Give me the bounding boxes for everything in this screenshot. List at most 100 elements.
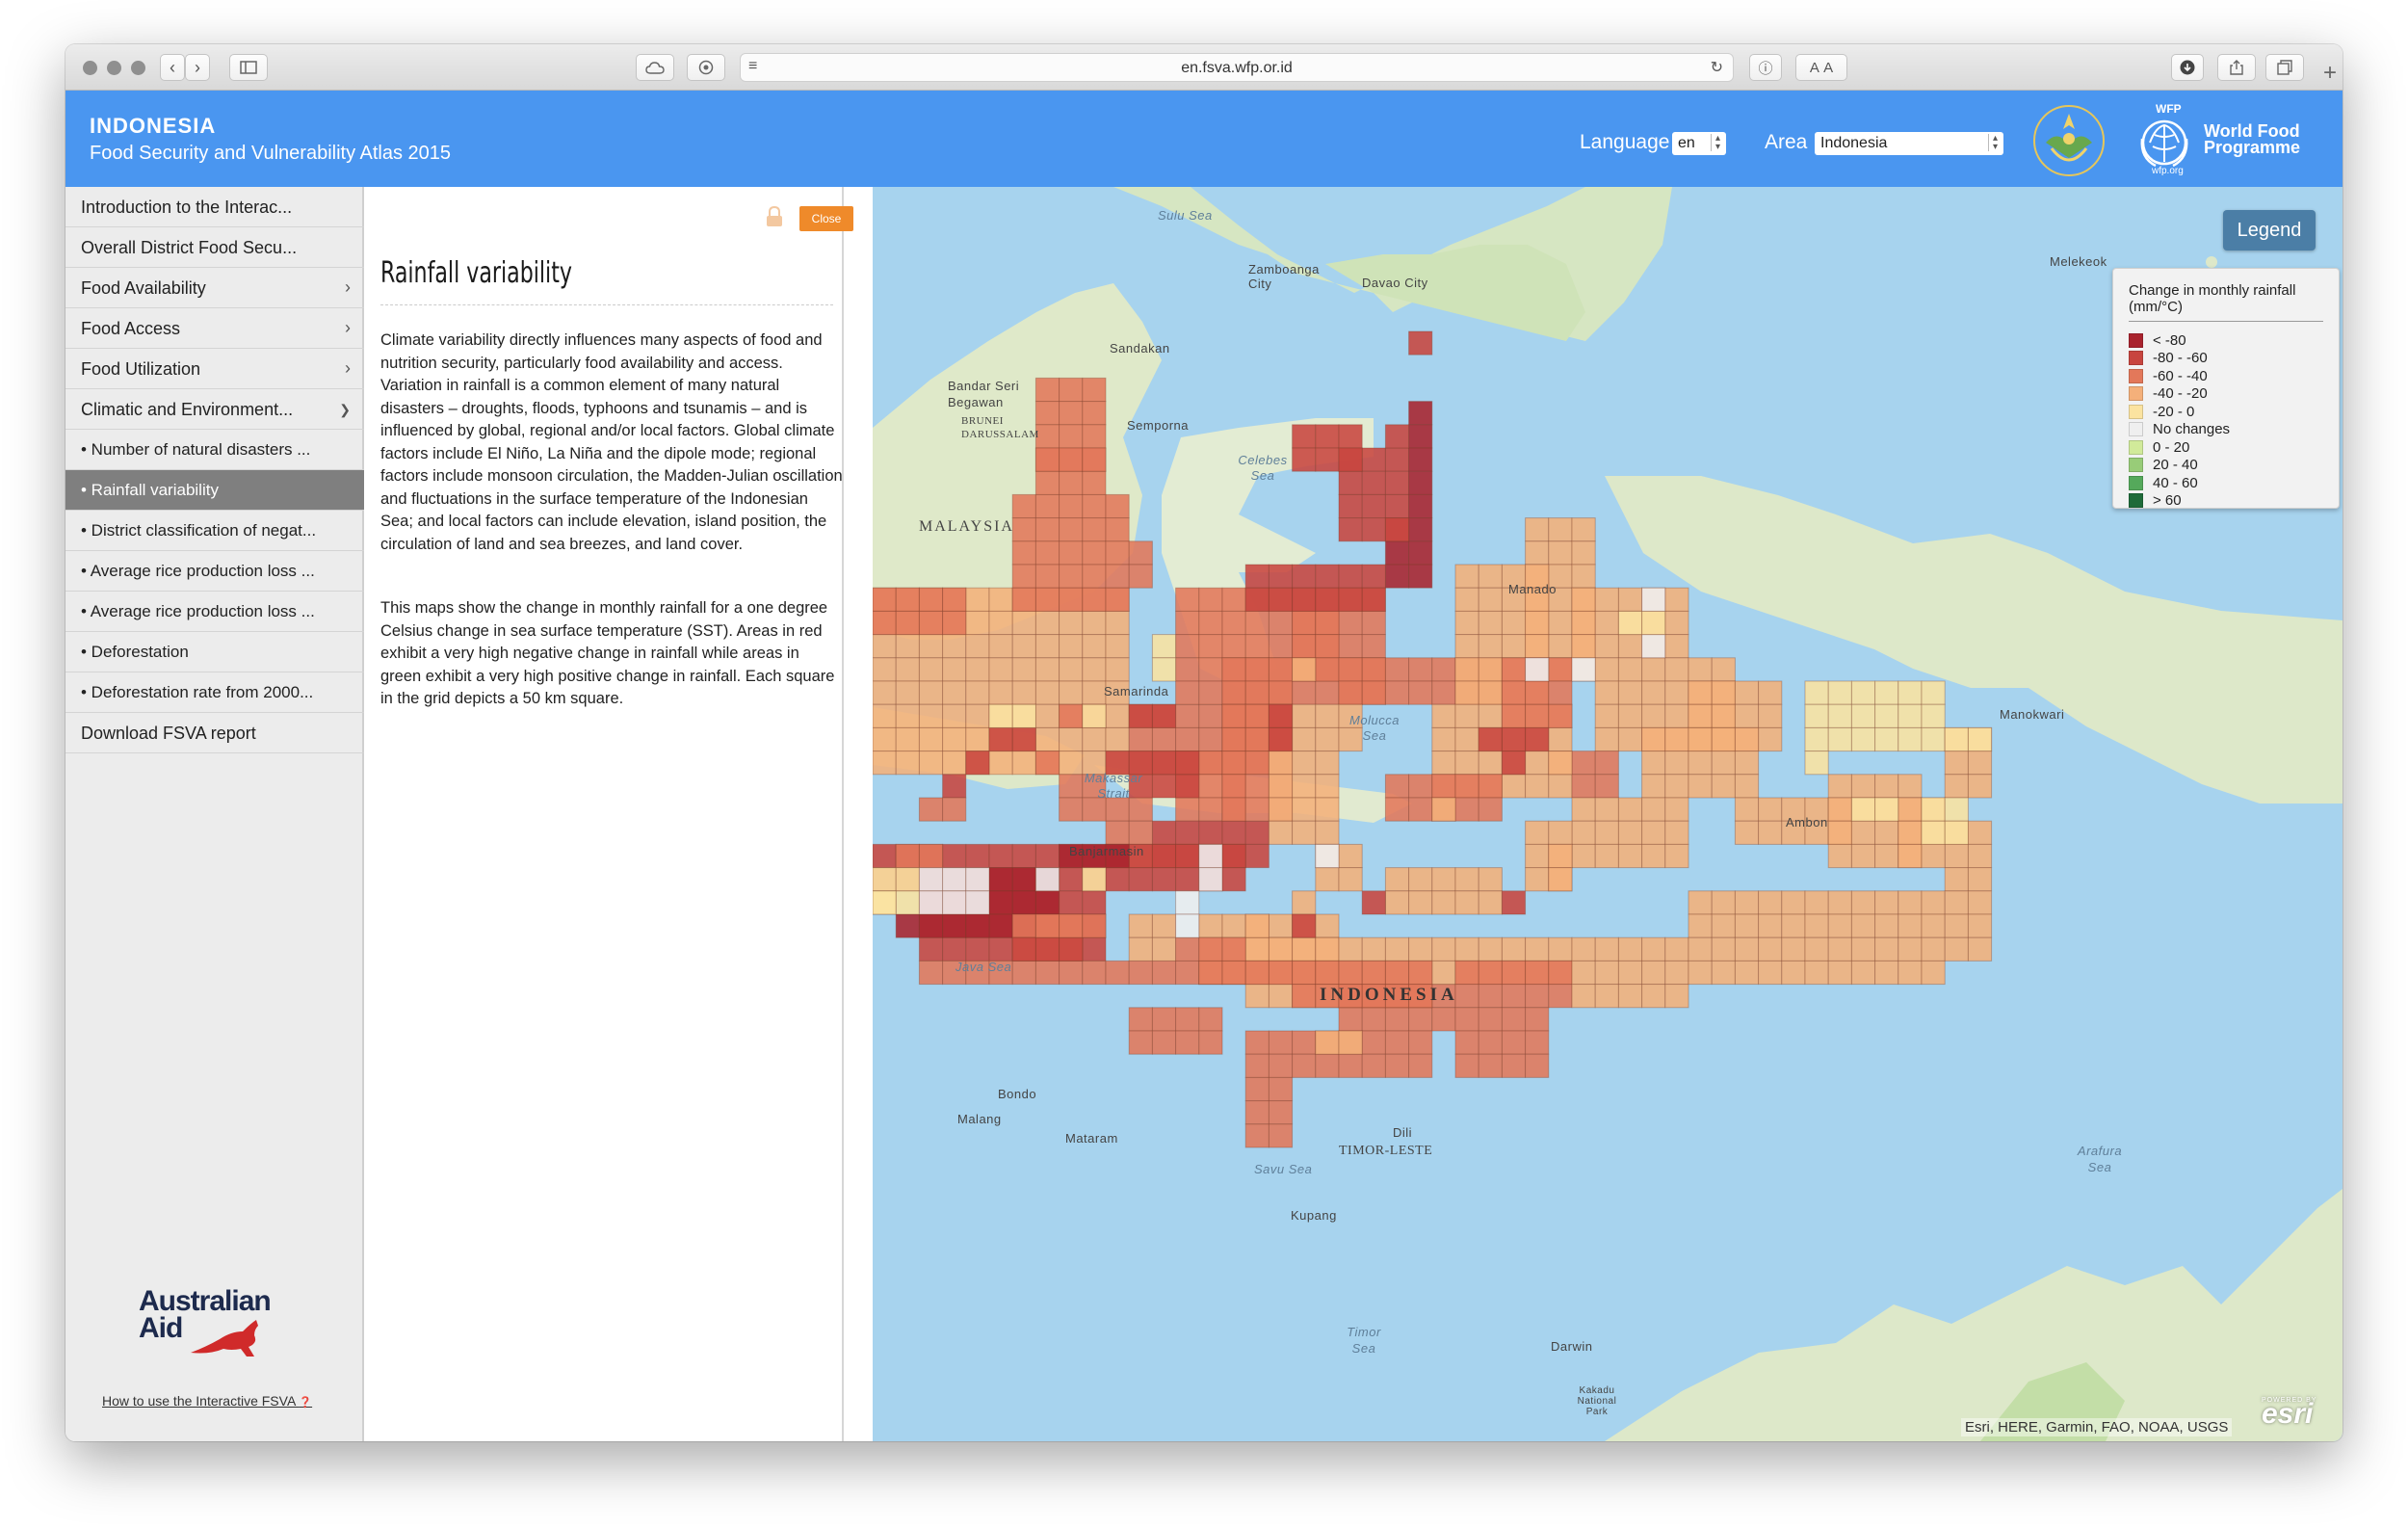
- forward-button[interactable]: ›: [185, 54, 210, 81]
- reload-icon[interactable]: ↻: [1711, 58, 1723, 77]
- sidebar-item-overall-district[interactable]: Overall District Food Secu...: [65, 227, 364, 268]
- howto-link[interactable]: How to use the Interactive FSVA ❓: [102, 1393, 312, 1409]
- grid-cell: [1944, 726, 1969, 752]
- legend-button[interactable]: Legend: [2223, 210, 2316, 250]
- grid-cell: [942, 703, 967, 728]
- grid-cell: [1431, 867, 1456, 892]
- grid-cell: [942, 634, 967, 659]
- grid-cell: [1921, 797, 1946, 822]
- grid-cell: [1082, 610, 1107, 636]
- sidebar-subitem-rainfall-variability[interactable]: • Rainfall variability: [65, 470, 364, 511]
- grid-cell: [1128, 540, 1153, 566]
- grid-cell: [1617, 960, 1643, 986]
- area-select[interactable]: Indonesia ▴ ▾: [1815, 132, 2003, 155]
- grid-cell: [1758, 680, 1783, 705]
- grid-cell: [1315, 867, 1340, 892]
- grid-cell: [1151, 820, 1177, 845]
- grid-cell: [1198, 751, 1223, 776]
- grid-cell: [1478, 1007, 1503, 1032]
- grid-cell: [1478, 867, 1503, 892]
- grid-cell: [1454, 657, 1479, 682]
- minimize-window-button[interactable]: [107, 61, 121, 75]
- legend-label: No changes: [2153, 421, 2231, 438]
- grid-cell: [1082, 377, 1107, 403]
- tabs-overview-button[interactable]: [2265, 54, 2304, 81]
- grid-cell: [1501, 936, 1527, 962]
- grid-cell: [1898, 936, 1923, 962]
- grid-cell: [1105, 634, 1130, 659]
- grid-cell: [1944, 751, 1969, 776]
- close-button[interactable]: Close: [799, 206, 853, 231]
- grid-cell: [1011, 936, 1036, 962]
- sidebar-item-climatic-environment[interactable]: Climatic and Environment... ❯: [65, 389, 364, 430]
- grid-cell: [1454, 703, 1479, 728]
- grid-cell: [1384, 517, 1410, 542]
- grid-cell: [1315, 751, 1340, 776]
- grid-cell: [1408, 540, 1433, 566]
- sidebar-toggle-button[interactable]: [229, 54, 268, 81]
- grid-cell: [1804, 680, 1829, 705]
- close-window-button[interactable]: [83, 61, 97, 75]
- grid-cell: [1501, 960, 1527, 986]
- legend-label: > 60: [2153, 492, 2182, 510]
- sidebar-item-food-utilization[interactable]: Food Utilization ›: [65, 349, 364, 389]
- grid-cell: [1082, 564, 1107, 589]
- grid-cell: [1315, 726, 1340, 752]
- grid-cell: [942, 610, 967, 636]
- grid-cell: [1827, 726, 1852, 752]
- sidebar-subitem-rice-loss-1[interactable]: • Average rice production loss ...: [65, 551, 364, 592]
- sidebar-subitem-natural-disasters[interactable]: • Number of natural disasters ...: [65, 430, 364, 470]
- grid-cell: [1688, 751, 1713, 776]
- share-button[interactable]: [2217, 54, 2256, 81]
- info-button[interactable]: ⓘ: [1749, 54, 1782, 81]
- grid-cell: [1850, 797, 1876, 822]
- sidebar-subitem-district-classification[interactable]: • District classification of negat...: [65, 511, 364, 551]
- grid-cell: [1944, 890, 1969, 915]
- grid-cell: [1664, 726, 1689, 752]
- sidebar-item-introduction[interactable]: Introduction to the Interac...: [65, 187, 364, 227]
- grid-cell: [988, 751, 1013, 776]
- downloads-button[interactable]: [2171, 54, 2204, 81]
- grid-cell: [1431, 751, 1456, 776]
- grid-cell: [1641, 843, 1666, 869]
- grid-cell: [1292, 424, 1317, 449]
- back-button[interactable]: ‹: [160, 54, 185, 81]
- grid-cell: [1292, 726, 1317, 752]
- grid-cell: [988, 657, 1013, 682]
- legend-title: Change in monthly rainfall (mm/°C): [2129, 282, 2323, 322]
- sidebar-subitem-deforestation-rate[interactable]: • Deforestation rate from 2000...: [65, 672, 364, 713]
- new-tab-icon[interactable]: +: [2323, 60, 2337, 87]
- zoom-window-button[interactable]: [131, 61, 145, 75]
- lock-icon[interactable]: [765, 206, 784, 227]
- sidebar-subitem-deforestation[interactable]: • Deforestation: [65, 632, 364, 672]
- map-label-dili: Dili: [1393, 1125, 1413, 1140]
- sidebar-item-food-access[interactable]: Food Access ›: [65, 308, 364, 349]
- grid-cell: [1034, 936, 1060, 962]
- select-arrows-icon: ▴ ▾: [1988, 134, 2002, 152]
- grid-cell: [965, 936, 990, 962]
- map-view[interactable]: Sulu Sea Zamboanga City Davao City Melek…: [873, 187, 2343, 1441]
- icloud-tabs-button[interactable]: [636, 54, 674, 81]
- sidebar-item-food-availability[interactable]: Food Availability ›: [65, 268, 364, 308]
- grid-cell: [1034, 610, 1060, 636]
- grid-cell: [1175, 587, 1200, 612]
- grid-cell: [1641, 610, 1666, 636]
- grid-cell: [1478, 634, 1503, 659]
- privacy-button[interactable]: [687, 54, 725, 81]
- grid-cell: [1967, 890, 1993, 915]
- sidebar-item-download-report[interactable]: Download FSVA report: [65, 713, 364, 753]
- grid-cell: [1850, 890, 1876, 915]
- grid-cell: [1898, 703, 1923, 728]
- language-select[interactable]: en ▴ ▾: [1672, 132, 1726, 155]
- address-bar[interactable]: ≡ en.fsva.wfp.or.id ↻: [740, 53, 1734, 82]
- legend-swatch: [2129, 332, 2143, 348]
- esri-logo[interactable]: POWERED BY esri: [2262, 1397, 2337, 1436]
- grid-cell: [1711, 774, 1736, 799]
- grid-cell: [1525, 726, 1550, 752]
- grid-cell: [1384, 1007, 1410, 1032]
- sidebar-subitem-rice-loss-2[interactable]: • Average rice production loss ...: [65, 592, 364, 632]
- grid-cell: [1198, 867, 1223, 892]
- grid-cell: [1781, 913, 1806, 938]
- text-size-button[interactable]: A A: [1795, 54, 1847, 81]
- esri-logo-text: esri: [2262, 1398, 2314, 1430]
